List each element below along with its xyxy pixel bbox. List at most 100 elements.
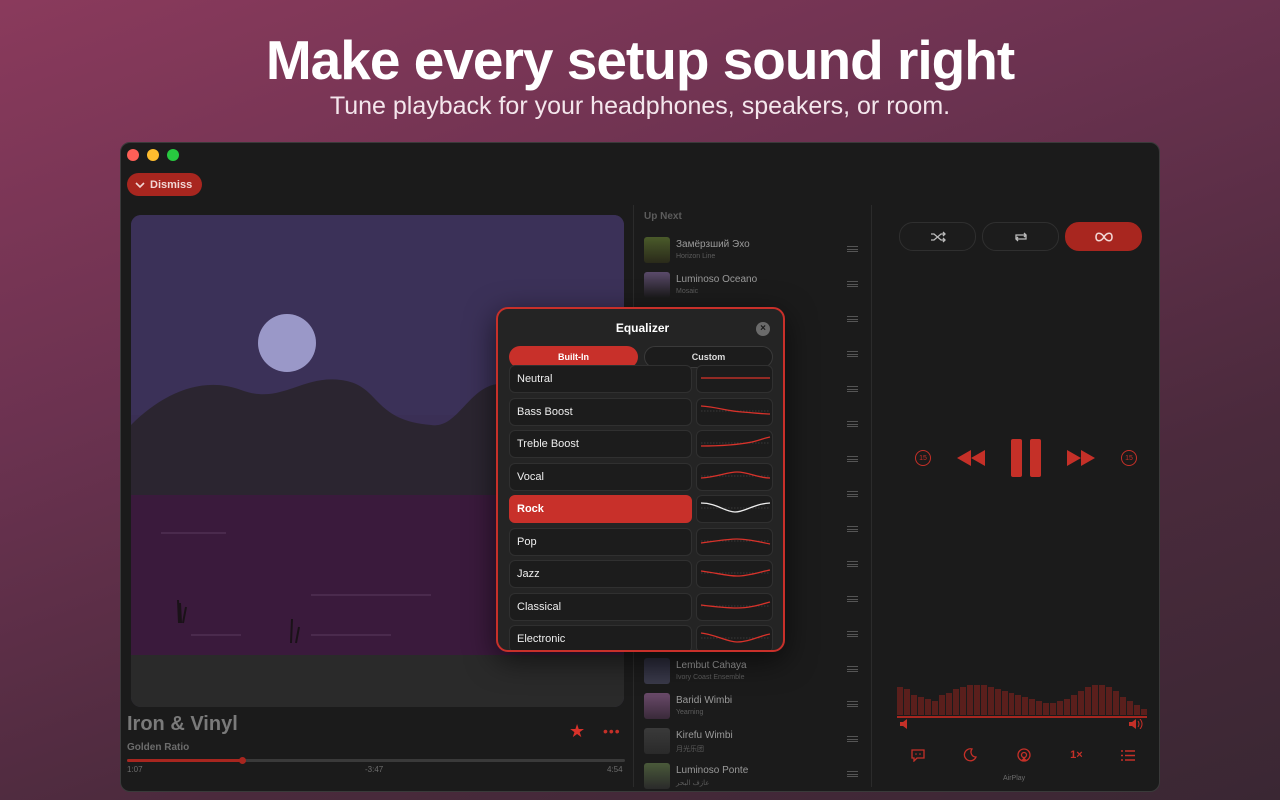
preset-neutral[interactable]: Neutral [509, 365, 692, 393]
queue-artist: Mosaic [676, 288, 699, 295]
queue-item[interactable]: Luminoso Oceano Mosaic [644, 272, 859, 302]
drag-handle-icon[interactable] [847, 561, 858, 567]
headline: Make every setup sound right [265, 29, 1015, 91]
visualizer-bar [1022, 697, 1029, 715]
visualizer-bar [1099, 685, 1106, 715]
visualizer-bar [1043, 703, 1050, 715]
rewind-icon[interactable] [957, 450, 985, 466]
infinity-icon [1094, 231, 1113, 242]
visualizer-bar [1120, 697, 1126, 715]
repeat-button[interactable] [982, 222, 1059, 251]
queue-list-icon[interactable] [1120, 749, 1135, 761]
preset-curve-preview[interactable] [696, 462, 773, 491]
volume-slider[interactable] [897, 716, 1147, 718]
visualizer-bar [1071, 695, 1078, 715]
queue-item[interactable]: Kirefu Wimbi 月光乐团 [644, 728, 859, 758]
close-window-button[interactable] [127, 149, 139, 161]
playback-progress-bar[interactable] [127, 757, 625, 764]
skip-back-15-button[interactable]: 15 [915, 450, 931, 466]
preset-vocal[interactable]: Vocal [509, 462, 692, 491]
drag-handle-icon[interactable] [847, 666, 858, 672]
drag-handle-icon[interactable] [847, 456, 858, 462]
queue-artist: عازف البحر [676, 780, 710, 787]
visualizer-bar [917, 697, 924, 715]
drag-handle-icon[interactable] [847, 421, 858, 427]
visualizer-bar [1029, 699, 1036, 715]
preset-curve-preview[interactable] [696, 495, 773, 523]
drag-handle-icon[interactable] [847, 351, 858, 357]
skip-forward-15-button[interactable]: 15 [1121, 450, 1137, 466]
lyrics-icon[interactable] [911, 748, 925, 762]
queue-artist: 月光乐团 [676, 746, 704, 753]
preset-curve-preview[interactable] [696, 625, 773, 650]
visualizer-bar [1057, 701, 1064, 715]
queue-title: Lembut Cahaya [676, 660, 747, 671]
repeat-icon [1014, 232, 1027, 241]
preset-curve-preview[interactable] [696, 430, 773, 458]
preset-pop[interactable]: Pop [509, 527, 692, 556]
bottom-toolbar: 1× [911, 748, 1135, 762]
drag-handle-icon[interactable] [847, 526, 858, 532]
airplay-icon[interactable] [1016, 748, 1032, 762]
close-icon[interactable]: × [756, 322, 770, 336]
preset-curve-preview[interactable] [696, 397, 773, 426]
divider [871, 205, 872, 787]
drag-handle-icon[interactable] [847, 596, 858, 602]
favorite-star-icon[interactable]: ★ [569, 721, 585, 742]
drag-handle-icon[interactable] [847, 491, 858, 497]
drag-handle-icon[interactable] [847, 631, 858, 637]
preset-bass-boost[interactable]: Bass Boost [509, 397, 692, 426]
drag-handle-icon[interactable] [847, 736, 858, 742]
queue-thumbnail [644, 693, 670, 719]
playback-speed-button[interactable]: 1× [1070, 749, 1083, 761]
preset-classical[interactable]: Classical [509, 592, 692, 621]
drag-handle-icon[interactable] [847, 386, 858, 392]
drag-handle-icon[interactable] [847, 701, 858, 707]
zoom-window-button[interactable] [167, 149, 179, 161]
more-options-icon[interactable]: ••• [603, 723, 621, 739]
preset-curve-preview[interactable] [696, 560, 773, 588]
queue-title: Baridi Wimbi [676, 695, 733, 706]
volume-low-icon [900, 719, 907, 729]
preset-electronic[interactable]: Electronic [509, 625, 692, 650]
dismiss-button[interactable]: Dismiss [127, 173, 203, 196]
drag-handle-icon[interactable] [847, 316, 858, 322]
visualizer-bar [987, 687, 994, 715]
remaining-time: -3:47 [365, 765, 384, 774]
visualizer-bar [1078, 691, 1085, 715]
minimize-window-button[interactable] [147, 149, 159, 161]
visualizer-bar [1140, 709, 1147, 715]
preset-curve-preview[interactable] [696, 527, 773, 556]
queue-artist: Ivory Coast Ensemble [676, 674, 745, 681]
track-artist[interactable]: Golden Ratio [127, 742, 189, 753]
drag-handle-icon[interactable] [847, 246, 858, 252]
preset-label: Pop [517, 535, 537, 548]
duration-time: 4:54 [607, 765, 623, 774]
preset-rock[interactable]: Rock [509, 495, 692, 523]
preset-curve-preview[interactable] [696, 592, 773, 621]
infinite-play-button[interactable] [1065, 222, 1142, 251]
queue-item[interactable]: Lembut Cahaya Ivory Coast Ensemble [644, 658, 859, 688]
preset-curve-preview[interactable] [696, 365, 773, 393]
sleep-timer-icon[interactable] [963, 748, 978, 762]
drag-handle-icon[interactable] [847, 281, 858, 287]
visualizer-bar [1050, 703, 1057, 715]
progress-knob[interactable] [238, 757, 246, 764]
queue-thumbnail [644, 763, 670, 789]
drag-handle-icon[interactable] [847, 771, 858, 777]
visualizer-bar [994, 689, 1001, 715]
queue-item[interactable]: Baridi Wimbi Yearning [644, 693, 859, 723]
shuffle-button[interactable] [899, 222, 976, 251]
visualizer-bar [1001, 691, 1008, 715]
visualizer-bar [952, 689, 959, 715]
fast-forward-icon[interactable] [1067, 450, 1095, 466]
preset-jazz[interactable]: Jazz [509, 560, 692, 588]
visualizer-bar [903, 689, 910, 715]
visualizer-bar [980, 685, 987, 715]
queue-item[interactable]: Luminoso Ponte عازف البحر [644, 763, 859, 791]
skip-back-seconds: 15 [919, 454, 927, 462]
preset-treble-boost[interactable]: Treble Boost [509, 430, 692, 458]
visualizer-bar [1008, 693, 1015, 715]
queue-item[interactable]: Замёрзший Эхо Horizon Line [644, 237, 859, 267]
pause-icon[interactable] [1011, 439, 1041, 477]
